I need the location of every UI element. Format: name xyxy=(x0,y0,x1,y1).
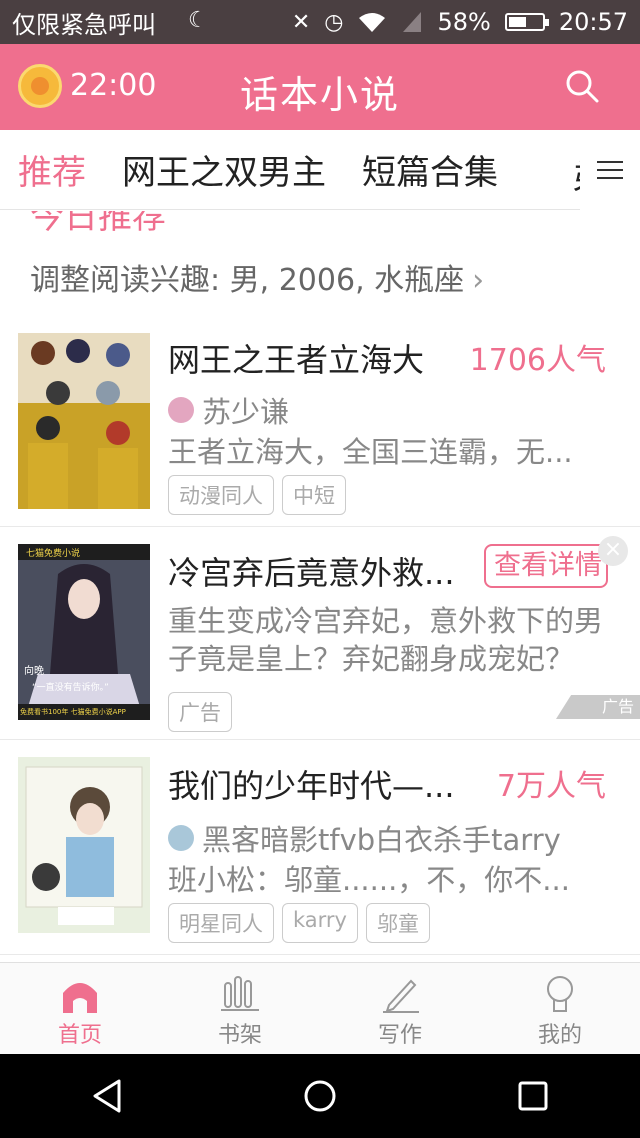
ad-tag-list: 广告 xyxy=(168,692,232,732)
book-card[interactable]: 网王之王者立海大 1706人气 苏少谦 王者立海大，全国三连霸，无... 动漫同… xyxy=(0,317,640,527)
book-cover[interactable] xyxy=(18,757,150,933)
tag[interactable]: 中短 xyxy=(282,475,346,515)
tab-recommend[interactable]: 推荐 xyxy=(18,145,86,194)
nav-write-label: 写作 xyxy=(377,1023,422,1048)
back-icon[interactable] xyxy=(87,1076,127,1116)
signal-icon xyxy=(403,12,422,32)
profile-icon xyxy=(547,976,573,1012)
author-name: 黑客暗影tfvb白衣杀手tarry xyxy=(202,823,561,857)
tab-prince-of-tennis[interactable]: 网王之双男主 xyxy=(122,145,326,194)
category-tabs: 推荐 网王之双男主 短篇合集 弟 xyxy=(0,130,640,210)
ad-cover[interactable]: 七猫免费小说 向晚 “一直没有告诉你。” 免费看书100年 七猫免费小说APP xyxy=(18,544,150,720)
tag-list: 动漫同人 中短 xyxy=(168,475,346,515)
ad-cover-name: 向晚 xyxy=(24,666,44,677)
book-card[interactable]: 我们的少年时代—... 7万人气 黑客暗影tfvb白衣杀手tarry 班小松：邬… xyxy=(0,741,640,955)
nav-bookshelf-label: 书架 xyxy=(217,1023,262,1048)
battery-percent: 58% xyxy=(437,8,491,36)
moon-icon: ☾ xyxy=(188,8,208,33)
book-title[interactable]: 我们的少年时代—... xyxy=(168,761,455,807)
author-name: 苏少谦 xyxy=(202,395,290,429)
nav-home[interactable]: 首页 xyxy=(0,963,160,1054)
tag-list: 明星同人 karry 邬童 xyxy=(168,903,430,943)
feed[interactable]: 今日推荐 调整阅读兴趣: 男, 2006, 水瓶座 › 网王之王者立海大 1706… xyxy=(0,211,640,961)
system-nav-bar xyxy=(0,1054,640,1138)
ad-cover-brand: 七猫免费小说 xyxy=(26,549,81,559)
tab-short-stories[interactable]: 短篇合集 xyxy=(362,145,498,194)
home-circle-icon[interactable] xyxy=(300,1076,340,1116)
carrier-text: 仅限紧急呼叫 xyxy=(12,10,156,39)
pencil-icon xyxy=(383,979,419,1013)
ad-cover-illustration xyxy=(18,544,150,720)
book-description: 班小松：邬童......，不，你不... xyxy=(168,863,570,897)
bottom-nav: 首页 书架 写作 我的 xyxy=(0,962,640,1054)
nav-home-label: 首页 xyxy=(57,1023,102,1048)
author-row[interactable]: 苏少谦 xyxy=(168,389,289,431)
ad-cover-quote: “一直没有告诉你。” xyxy=(32,683,109,693)
ad-corner-badge: 广告 xyxy=(556,695,640,719)
view-details-button[interactable]: 查看详情 xyxy=(484,544,608,588)
tag[interactable]: 邬童 xyxy=(366,903,430,943)
tag[interactable]: 动漫同人 xyxy=(168,475,274,515)
status-bar: 仅限紧急呼叫 ☾ ✕ ◷ 58% 20:57 xyxy=(0,0,640,44)
book-cover[interactable] xyxy=(18,333,150,509)
app-title: 话本小说 xyxy=(239,73,400,117)
tag[interactable]: 明星同人 xyxy=(168,903,274,943)
popularity-count: 1706人气 xyxy=(469,343,606,378)
search-icon[interactable] xyxy=(564,68,600,104)
ad-description: 重生变成冷宫弃妃，意外救下的男子竟是皇上？弃妃翻身成宠妃？ xyxy=(168,604,604,676)
battery-icon xyxy=(504,13,549,31)
wifi-icon xyxy=(359,13,386,32)
nav-write[interactable]: 写作 xyxy=(320,963,480,1054)
mute-icon: ✕ xyxy=(291,9,311,35)
interest-link[interactable]: 调整阅读兴趣: 男, 2006, 水瓶座 › xyxy=(30,255,484,299)
app-header: 22:00 话本小说 xyxy=(0,44,640,130)
ad-corner-label: 广告 xyxy=(601,697,634,716)
menu-icon[interactable] xyxy=(580,130,640,210)
nav-profile-label: 我的 xyxy=(537,1023,582,1048)
tag[interactable]: karry xyxy=(282,903,358,943)
nav-profile[interactable]: 我的 xyxy=(480,963,640,1054)
popularity-count: 7万人气 xyxy=(496,769,606,804)
nav-bookshelf[interactable]: 书架 xyxy=(160,963,320,1054)
interest-label: 调整阅读兴趣: 男, 2006, 水瓶座 xyxy=(30,263,465,298)
ad-title[interactable]: 冷宫弃后竟意外救... xyxy=(168,548,455,594)
author-row[interactable]: 黑客暗影tfvb白衣杀手tarry xyxy=(168,817,561,859)
close-icon[interactable]: × xyxy=(598,536,628,566)
home-icon xyxy=(63,983,97,1013)
book-title[interactable]: 网王之王者立海大 xyxy=(168,335,424,381)
bookshelf-icon xyxy=(221,976,259,1011)
alarm-clock-icon: ◷ xyxy=(324,9,344,35)
author-avatar xyxy=(168,397,194,423)
ad-tag: 广告 xyxy=(168,692,232,732)
ad-cover-footer: 免费看书100年 七猫免费小说APP xyxy=(20,708,126,716)
recents-icon[interactable] xyxy=(513,1076,553,1116)
author-avatar xyxy=(168,825,194,851)
clock-time: 20:57 xyxy=(558,8,628,36)
section-heading: 今日推荐 xyxy=(30,211,166,237)
ad-card[interactable]: 七猫免费小说 向晚 “一直没有告诉你。” 免费看书100年 七猫免费小说APP … xyxy=(0,528,640,740)
cover-illustration xyxy=(18,757,150,933)
cover-illustration xyxy=(18,333,150,509)
chevron-right-icon: › xyxy=(472,263,485,298)
book-description: 王者立海大，全国三连霸，无... xyxy=(168,435,573,469)
